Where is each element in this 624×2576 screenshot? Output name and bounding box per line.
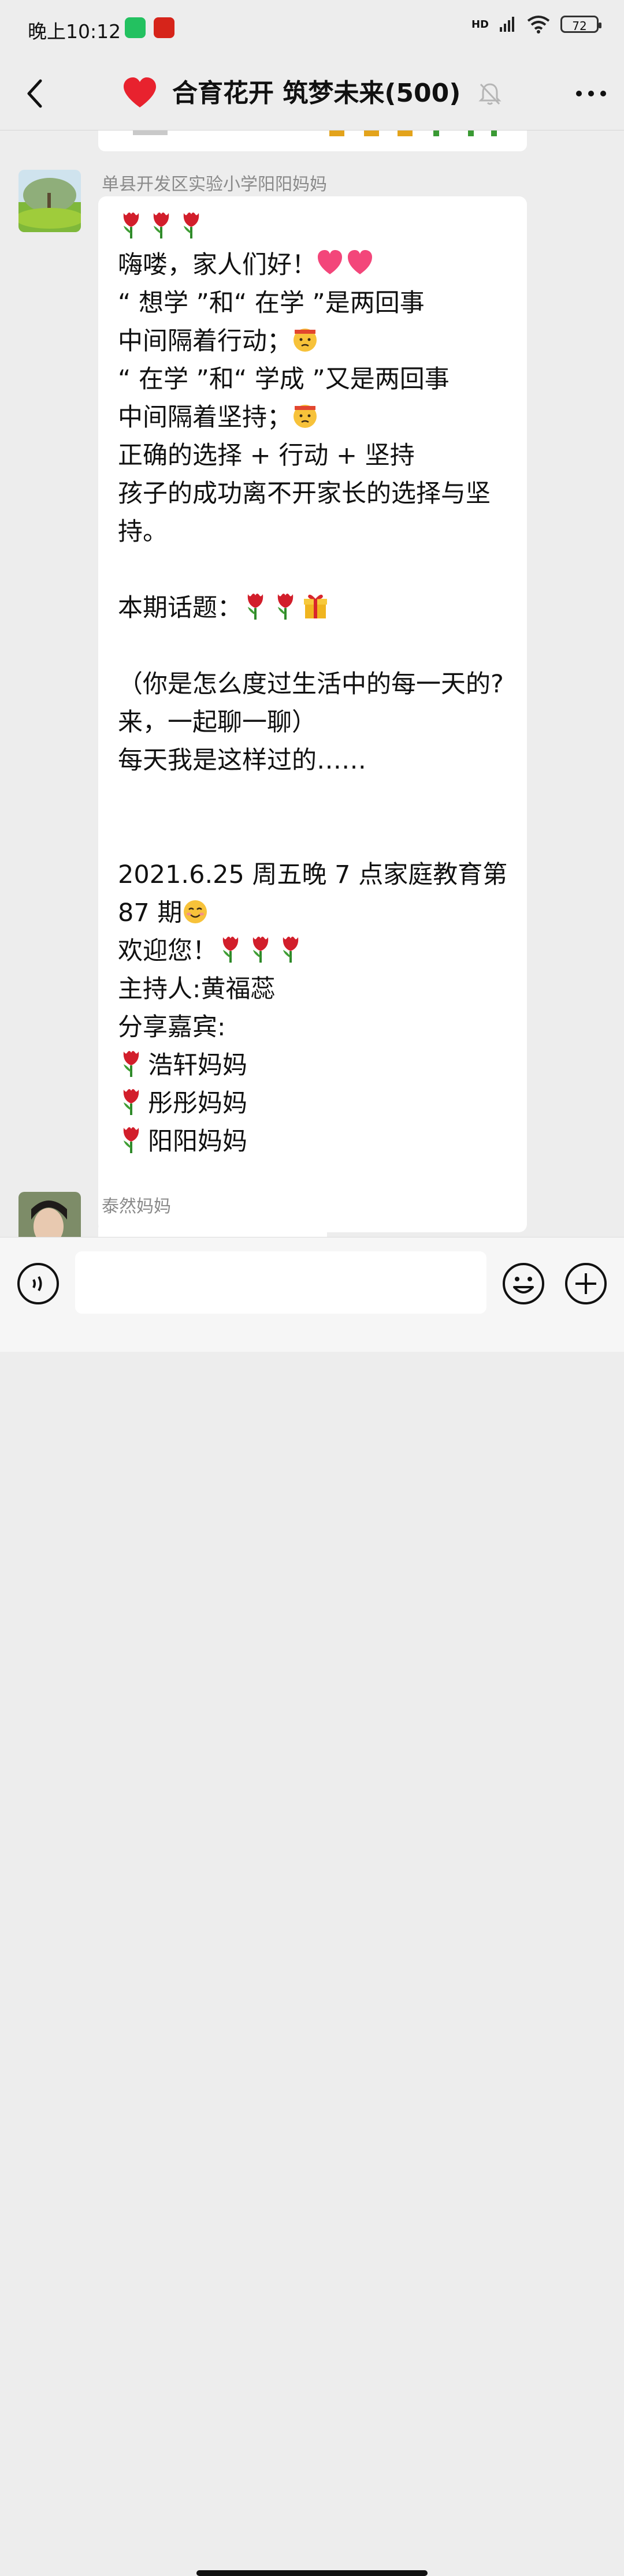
emoji-strip-icon [133, 131, 497, 136]
add-attachment-button[interactable] [564, 1262, 608, 1306]
signal-icon [500, 17, 514, 32]
more-options-button[interactable] [571, 75, 611, 112]
message-line: 阳阳妈妈 [118, 1123, 510, 1161]
wifi-icon [527, 16, 550, 33]
chat-message-list[interactable]: 单县开发区实验小学阳阳妈妈 嗨喽，家人们好！ “ 想学 ”和“ 在学 ”是两回事中… [0, 131, 624, 1237]
message-line: 每天我是这样过的…… [118, 741, 510, 780]
wechat-notification-icon [125, 17, 146, 38]
message-text: 正确的选择 + 行动 + 坚持 [118, 441, 415, 470]
message-text: 欢迎您！ [118, 937, 217, 965]
sender-name: 泰然妈妈 [102, 1196, 171, 1217]
message-line: 持。 [118, 513, 510, 551]
tulip-icon [123, 1089, 139, 1115]
message-text: （你是怎么度过生活中的每一天的? [118, 670, 504, 699]
message-line: （你是怎么度过生活中的每一天的? [118, 665, 510, 703]
group-chat-title[interactable]: 合育花开 筑梦未来(500) [172, 75, 460, 112]
back-button[interactable] [17, 75, 54, 112]
message-text: 主持人:黄福蕊 [118, 975, 276, 1004]
input-bar [0, 1237, 624, 2576]
tulip-icon [123, 1127, 139, 1153]
status-bar: 晚上10:12 HD 72 [0, 0, 624, 58]
status-time: 晚上10:12 [28, 20, 121, 43]
tulip-icon [153, 213, 169, 238]
avatar[interactable] [18, 170, 81, 232]
message-text: 每天我是这样过的…… [118, 746, 366, 775]
smiling-face-icon [184, 900, 207, 923]
message-text: 孩子的成功离不开家长的选择与坚 [118, 479, 491, 508]
message-text: 2021.6.25 周五晚 7 点家庭教育第 [118, 860, 508, 889]
message-line: 主持人:黄福蕊 [118, 970, 510, 1008]
sender-name: 单县开发区实验小学阳阳妈妈 [102, 174, 327, 195]
determined-face-icon [294, 329, 317, 352]
gift-icon [304, 594, 327, 618]
message-input[interactable] [75, 1251, 486, 1314]
message-line: “ 在学 ”和“ 学成 ”又是两回事 [118, 360, 510, 398]
message-line: 87 期 [118, 894, 510, 932]
tulip-icon [277, 594, 294, 620]
battery-indicator: 72 [560, 16, 601, 33]
message-line: 孩子的成功离不开家长的选择与坚 [118, 475, 510, 513]
message-line: 嗨喽，家人们好！ [118, 246, 510, 284]
message-text: 本期话题： [118, 594, 242, 622]
message-text: 浩轩妈妈 [148, 1051, 247, 1080]
tulip-icon [283, 937, 299, 963]
message-line: 彤彤妈妈 [118, 1084, 510, 1123]
tulip-icon [183, 213, 199, 238]
message-line: 分享嘉宾: [118, 1008, 510, 1046]
status-indicators: HD 72 [471, 15, 601, 33]
message-line: 中间隔着坚持； [118, 398, 510, 437]
network-type: HD [471, 18, 489, 31]
chat-header: 合育花开 筑梦未来(500) [0, 58, 624, 131]
message-line [118, 780, 510, 818]
portrait-avatar-image [18, 1192, 81, 1237]
message-line: “ 想学 ”和“ 在学 ”是两回事 [118, 284, 510, 322]
message-line: 欢迎您！ [118, 932, 510, 970]
message-text: 彤彤妈妈 [148, 1089, 247, 1118]
message-line: 浩轩妈妈 [118, 1046, 510, 1084]
determined-face-icon [294, 405, 317, 428]
message-text: 持。 [118, 517, 168, 546]
message-text: 阳阳妈妈 [148, 1127, 247, 1156]
message-text: 87 期 [118, 899, 183, 927]
message-text: “ 想学 ”和“ 在学 ”是两回事 [118, 289, 425, 318]
message-line: 正确的选择 + 行动 + 坚持 [118, 437, 510, 475]
tulip-icon [123, 213, 139, 238]
message-line [118, 208, 510, 246]
previous-message-bubble[interactable] [98, 131, 527, 151]
message-line: 中间隔着行动； [118, 322, 510, 360]
message-text: 分享嘉宾: [118, 1013, 226, 1042]
message-line: 来，一起聊一聊） [118, 703, 510, 741]
tulip-icon [252, 937, 269, 963]
message-line [118, 627, 510, 665]
voice-input-button[interactable] [16, 1262, 60, 1306]
message-bubble[interactable] [98, 1221, 327, 1237]
tulip-icon [123, 1051, 139, 1077]
emoji-button[interactable] [502, 1262, 545, 1306]
message-text: 嗨喽，家人们好！ [118, 251, 317, 279]
tulip-icon [247, 594, 263, 620]
avatar[interactable] [18, 1192, 81, 1237]
message-line: 2021.6.25 周五晚 7 点家庭教育第 [118, 856, 510, 894]
heart-icon [318, 250, 342, 274]
red-heart-icon [124, 77, 156, 107]
message-text: 来，一起聊一聊） [118, 708, 317, 737]
tulip-icon [222, 937, 239, 963]
message-bubble[interactable]: 嗨喽，家人们好！ “ 想学 ”和“ 在学 ”是两回事 中间隔着行动； “ 在学 ”和“… [98, 196, 527, 1232]
landscape-avatar-image [18, 170, 81, 232]
message-line [118, 818, 510, 856]
message-text: 中间隔着行动； [118, 327, 292, 356]
message-line: 本期话题： [118, 589, 510, 627]
muted-bell-icon [478, 83, 502, 105]
heart-icon [348, 250, 372, 274]
message-text: “ 在学 ”和“ 学成 ”又是两回事 [118, 365, 450, 394]
message-line [118, 551, 510, 589]
app-notification-icon [154, 17, 174, 38]
home-indicator[interactable] [196, 2570, 428, 2576]
message-text: 中间隔着坚持； [118, 403, 292, 432]
